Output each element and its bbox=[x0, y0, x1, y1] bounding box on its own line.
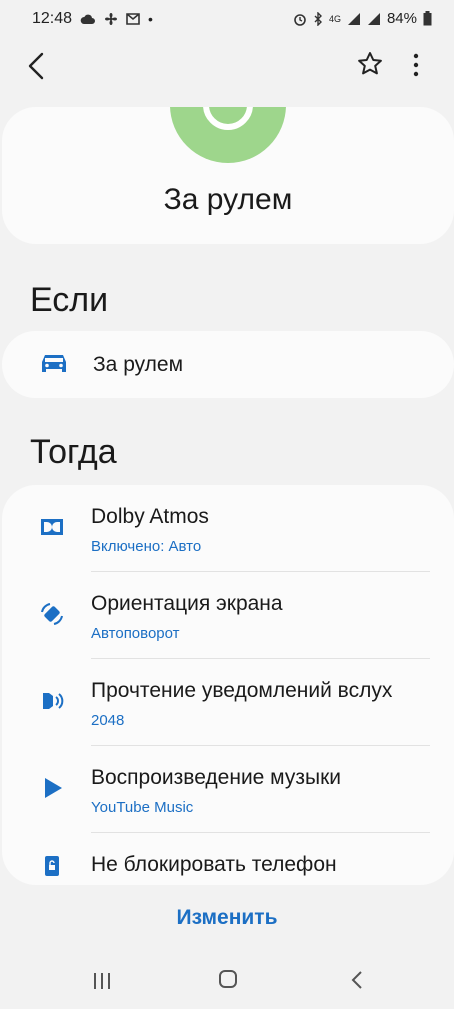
action-subtitle: Включено: Авто bbox=[91, 538, 202, 555]
more-options-icon[interactable] bbox=[404, 50, 428, 80]
action-title: Ориентация экрана bbox=[91, 592, 283, 615]
alarm-icon bbox=[294, 13, 306, 26]
action-item-orientation[interactable]: Ориентация экрана Автоповорот bbox=[2, 572, 454, 659]
status-right: 4G 84% bbox=[293, 10, 432, 27]
action-item-read-notifications[interactable]: Прочтение уведомлений вслух 2048 bbox=[2, 659, 454, 746]
status-left: 12:48 • bbox=[32, 10, 153, 28]
cloud-icon bbox=[80, 14, 96, 24]
signal-icon-2 bbox=[367, 12, 380, 25]
back-arrow-icon[interactable] bbox=[22, 48, 54, 84]
mail-icon bbox=[126, 13, 140, 25]
status-bar: 12:48 • 4G 84% bbox=[0, 0, 454, 38]
home-icon[interactable] bbox=[218, 969, 238, 989]
status-time: 12:48 bbox=[32, 10, 73, 27]
lock-icon bbox=[45, 856, 59, 876]
if-condition-card[interactable]: За рулем bbox=[2, 331, 454, 398]
edit-button[interactable]: Изменить bbox=[0, 906, 454, 930]
action-subtitle: YouTube Music bbox=[91, 799, 194, 816]
recent-apps-icon[interactable] bbox=[92, 971, 112, 991]
dot-icon: • bbox=[148, 11, 153, 27]
navigation-bar bbox=[0, 955, 454, 1009]
header-card: За рулем bbox=[2, 107, 454, 244]
speaker-icon bbox=[43, 693, 64, 709]
play-icon bbox=[45, 778, 62, 798]
battery-icon bbox=[423, 11, 432, 26]
nav-back-icon[interactable] bbox=[347, 969, 367, 991]
action-item-play-music[interactable]: Воспроизведение музыки YouTube Music bbox=[2, 746, 454, 833]
star-icon[interactable] bbox=[356, 50, 384, 78]
fan-icon bbox=[105, 13, 118, 25]
if-condition-label: За рулем bbox=[93, 353, 184, 376]
action-title: Dolby Atmos bbox=[91, 505, 209, 528]
action-title: Не блокировать телефон bbox=[91, 853, 337, 876]
car-icon bbox=[42, 355, 66, 372]
app-bar bbox=[0, 40, 454, 92]
action-title: Воспроизведение музыки bbox=[91, 766, 342, 789]
action-item-dolby[interactable]: Dolby Atmos Включено: Авто bbox=[2, 485, 454, 572]
dolby-icon bbox=[41, 519, 63, 535]
routine-logo bbox=[170, 107, 286, 163]
action-subtitle: 2048 bbox=[91, 712, 125, 729]
then-actions-card: Dolby Atmos Включено: Авто Ориентация эк… bbox=[2, 485, 454, 885]
if-section-title: Если bbox=[30, 281, 109, 319]
network-type: 4G bbox=[328, 13, 341, 24]
action-title: Прочтение уведомлений вслух bbox=[91, 679, 393, 702]
battery-percent: 84% bbox=[386, 10, 417, 27]
then-section-title: Тогда bbox=[30, 433, 117, 471]
action-subtitle: Автоповорот bbox=[91, 625, 180, 642]
signal-icon bbox=[347, 12, 360, 25]
routine-title: За рулем bbox=[163, 183, 293, 216]
bluetooth-icon bbox=[314, 11, 322, 26]
rotate-icon bbox=[41, 603, 63, 625]
routine-icon bbox=[203, 107, 253, 130]
action-item-keep-unlocked[interactable]: Не блокировать телефон bbox=[2, 833, 454, 885]
